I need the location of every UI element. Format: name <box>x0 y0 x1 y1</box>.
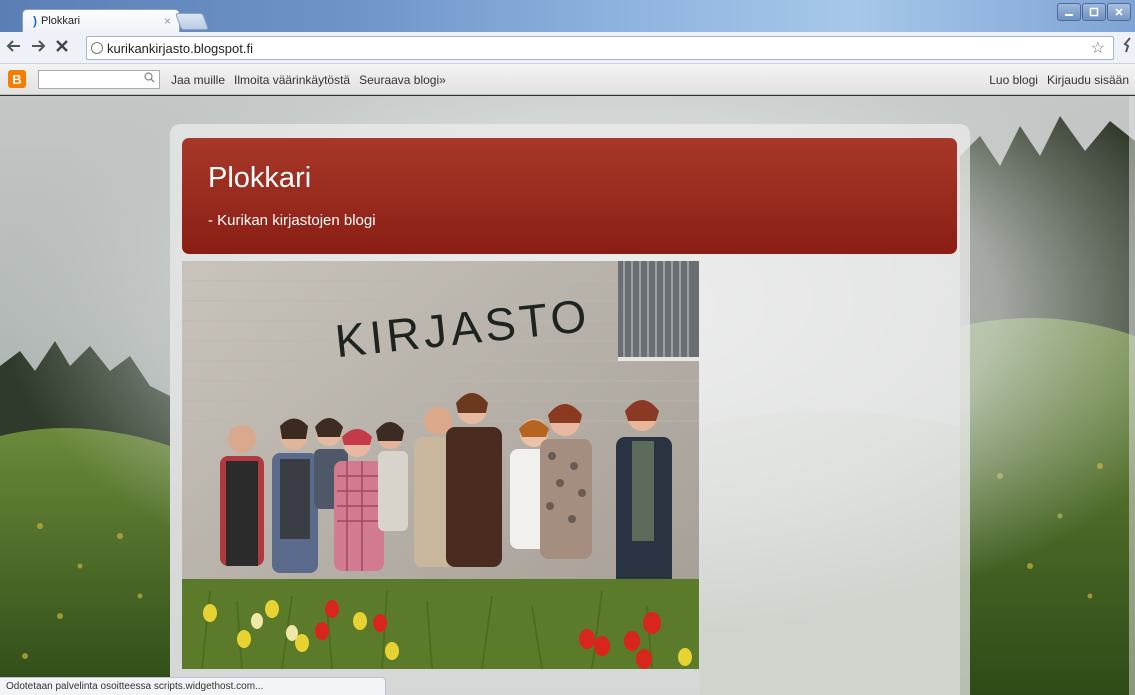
url-text: kurikankirjasto.blogspot.fi <box>107 40 253 56</box>
sign-in-link[interactable]: Kirjaudu sisään <box>1047 73 1129 87</box>
new-tab-button[interactable] <box>174 13 210 30</box>
maximize-button[interactable] <box>1082 3 1106 21</box>
forward-button[interactable] <box>28 38 48 58</box>
wrench-icon[interactable] <box>1123 37 1133 56</box>
stop-button[interactable] <box>52 38 72 58</box>
tab-close-icon[interactable]: × <box>164 14 171 28</box>
blog-title[interactable]: Plokkari <box>208 162 311 195</box>
address-bar[interactable]: kurikankirjasto.blogspot.fi ☆ <box>86 36 1114 60</box>
share-link[interactable]: Jaa muille <box>171 73 225 87</box>
create-blog-link[interactable]: Luo blogi <box>989 73 1038 87</box>
forward-arrow-icon <box>32 39 46 52</box>
maximize-icon <box>1089 7 1099 17</box>
next-blog-link[interactable]: Seuraava blogi» <box>359 73 446 87</box>
window-titlebar: ) Plokkari × <box>0 0 1135 32</box>
page-icon <box>91 42 103 54</box>
browser-toolbar: kurikankirjasto.blogspot.fi ☆ <box>0 32 1135 64</box>
window-controls <box>1057 3 1131 21</box>
blogger-logo-icon[interactable]: B <box>8 70 26 88</box>
status-bubble: Odotetaan palvelinta osoitteessa scripts… <box>0 677 386 695</box>
stop-icon <box>56 39 68 52</box>
loading-icon: ) <box>33 14 37 28</box>
navbar-right-links: Luo blogi Kirjaudu sisään <box>989 73 1129 87</box>
report-abuse-link[interactable]: Ilmoita väärinkäytöstä <box>234 73 350 87</box>
back-button[interactable] <box>4 38 24 58</box>
back-arrow-icon <box>6 39 20 52</box>
minimize-button[interactable] <box>1057 3 1081 21</box>
blog-description: - Kurikan kirjastojen blogi <box>208 212 376 229</box>
search-icon[interactable] <box>144 72 155 86</box>
tab-title: Plokkari <box>41 15 81 27</box>
browser-tab[interactable]: ) Plokkari × <box>22 9 180 32</box>
header-photo: KIRJASTO <box>182 261 699 669</box>
blogger-navbar: B Jaa muille Ilmoita väärinkäytöstä Seur… <box>0 64 1135 95</box>
minimize-icon <box>1065 14 1073 16</box>
page-scrollbar[interactable] <box>1129 96 1135 695</box>
bookmark-star-icon[interactable]: ☆ <box>1091 38 1105 58</box>
blog-search-input[interactable] <box>38 70 160 89</box>
close-window-button[interactable] <box>1107 3 1131 21</box>
navbar-links: Jaa muille Ilmoita väärinkäytöstä Seuraa… <box>171 73 446 87</box>
staff-group-photo: KIRJASTO <box>182 261 699 669</box>
blog-header: Plokkari - Kurikan kirjastojen blogi <box>182 138 957 254</box>
close-icon <box>1115 8 1123 16</box>
